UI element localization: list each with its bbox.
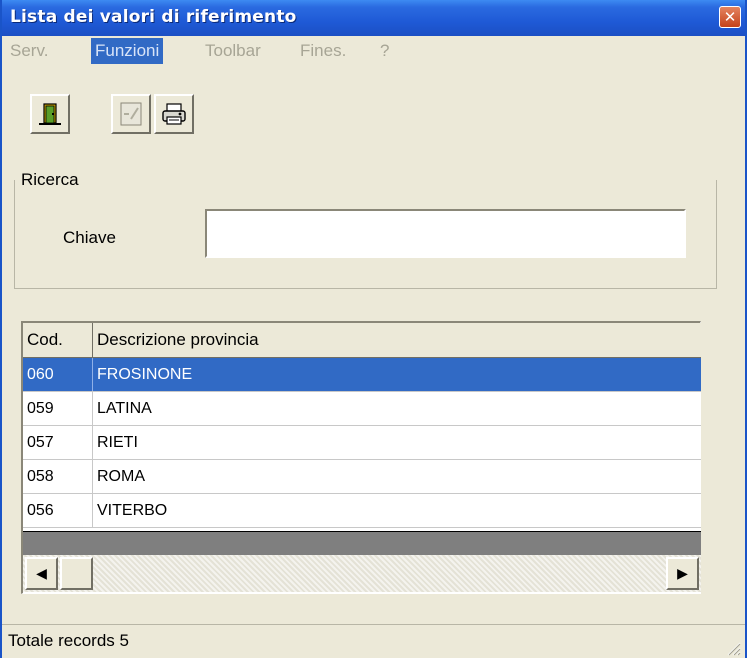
status-text: Totale records 5 [8, 631, 129, 650]
exit-door-icon [39, 103, 61, 125]
dialog-window: Lista dei valori di riferimento ✕ Serv. … [0, 0, 747, 658]
cell-description: ROMA [97, 468, 145, 485]
key-input[interactable] [205, 209, 686, 258]
cell-code: 059 [23, 392, 93, 425]
menu-toolbar[interactable]: Toolbar [201, 38, 265, 64]
menu-fines[interactable]: Fines. [296, 38, 350, 64]
cell-code: 056 [23, 494, 93, 527]
table-row[interactable]: 057 RIETI [23, 426, 701, 460]
status-bar: Totale records 5 [2, 624, 745, 658]
menu-serv[interactable]: Serv. [6, 38, 52, 64]
cell-code: 057 [23, 426, 93, 459]
column-header-cod[interactable]: Cod. [23, 323, 93, 357]
print-button[interactable] [154, 94, 194, 134]
close-button[interactable]: ✕ [719, 6, 741, 28]
title-bar[interactable]: Lista dei valori di riferimento ✕ [2, 0, 745, 36]
table-row[interactable]: 058 ROMA [23, 460, 701, 494]
cell-code: 058 [23, 460, 93, 493]
cell-description: RIETI [97, 434, 138, 451]
clear-button[interactable] [111, 94, 151, 134]
scroll-thumb[interactable] [60, 557, 93, 590]
table-row[interactable]: 056 VITERBO [23, 494, 701, 528]
window-title: Lista dei valori di riferimento [10, 7, 297, 27]
menu-bar: Serv. Funzioni Toolbar Fines. ? [2, 36, 745, 66]
exit-button[interactable] [30, 94, 70, 134]
grid-empty-area [23, 531, 701, 556]
key-label: Chiave [63, 228, 116, 247]
scroll-left-button[interactable]: ◀ [25, 557, 58, 590]
horizontal-scrollbar[interactable]: ◀ ▶ [23, 555, 701, 592]
results-grid: Cod. Descrizione provincia 060 FROSINONE… [21, 321, 701, 594]
cell-description: VITERBO [97, 502, 168, 519]
scroll-right-button[interactable]: ▶ [666, 557, 699, 590]
column-header-descrizione[interactable]: Descrizione provincia [93, 323, 701, 357]
grid-header: Cod. Descrizione provincia [23, 323, 701, 358]
arrow-right-icon: ▶ [677, 565, 688, 581]
menu-funzioni[interactable]: Funzioni [91, 38, 164, 64]
table-row[interactable]: 059 LATINA [23, 392, 701, 426]
cell-description: LATINA [97, 400, 152, 417]
print-icon [162, 103, 186, 125]
search-legend: Ricerca [18, 170, 82, 190]
table-row[interactable]: 060 FROSINONE [23, 358, 701, 392]
close-icon: ✕ [723, 8, 737, 26]
cell-code: 060 [23, 358, 93, 391]
arrow-left-icon: ◀ [36, 565, 47, 581]
clear-icon [120, 102, 142, 126]
cell-description: FROSINONE [97, 366, 193, 383]
menu-help[interactable]: ? [376, 38, 393, 64]
toolbar [2, 66, 745, 158]
resize-grip-icon[interactable] [723, 638, 741, 656]
